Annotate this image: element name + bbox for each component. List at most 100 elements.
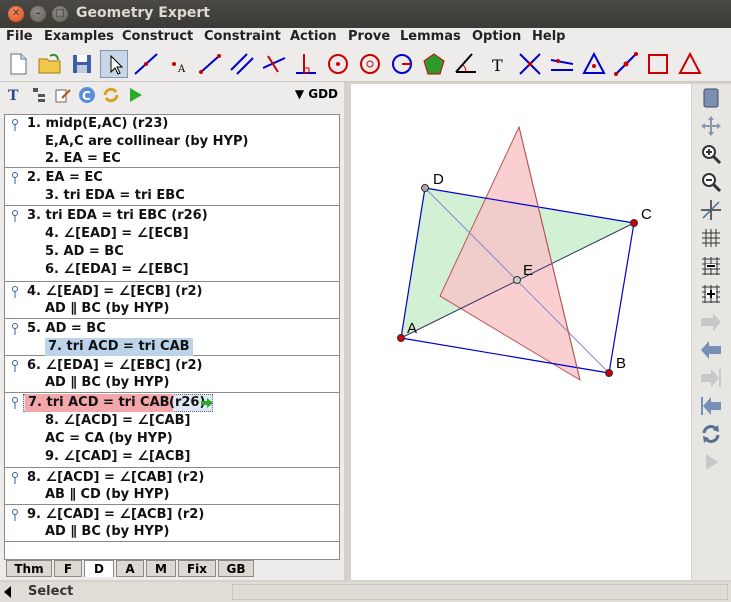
proof-step[interactable]: 4. ∠[EAD] = ∠[ECB] (r2) AD ∥ BC (by HYP) [5,282,339,319]
step-conclusion: 3. tri EDA = tri EBC (r26) [27,208,208,223]
geometry-drawing[interactable]: D C E A B [351,84,691,580]
tab-a[interactable]: A [116,560,144,577]
label-b: B [616,355,626,372]
proof-step[interactable]: 3. tri EDA = tri EBC (r26) 4. ∠[EAD] = ∠… [5,206,339,282]
point-b[interactable] [605,369,613,377]
text-tool-icon[interactable]: T [484,50,512,78]
drawing-canvas[interactable]: D C E A B [351,84,691,580]
step-premise: 4. ∠[EAD] = ∠[ECB] [45,226,189,241]
triangle-tool-icon[interactable] [580,50,608,78]
proof-step[interactable]: 2. EA = EC 3. tri EDA = tri EBC [5,168,339,206]
copyright-icon[interactable]: C [78,86,96,104]
pin-icon [12,397,18,409]
proof-step[interactable]: 8. ∠[ACD] = ∠[CAB] (r2) AB ∥ CD (by HYP) [5,468,339,505]
play-icon[interactable] [699,450,723,474]
foot-tool-icon[interactable] [292,50,320,78]
collapse-left-icon[interactable] [2,585,14,599]
open-folder-icon[interactable] [36,50,64,78]
polygon-fill-icon[interactable] [420,50,448,78]
prover-mode-label: GDD [308,87,338,101]
prover-mode-select[interactable]: ▼ GDD [295,87,338,101]
proof-step-selected[interactable]: 7. tri ACD = tri CAB (r26) 8. ∠[ACD] = ∠… [5,393,339,468]
zoom-in-icon[interactable] [699,142,723,166]
menu-option[interactable]: Option [472,29,521,44]
segment-tool-icon[interactable] [196,50,224,78]
circle-three-point-icon[interactable] [356,50,384,78]
line-tool-icon[interactable] [132,50,160,78]
tab-f[interactable]: F [54,560,82,577]
menu-prove[interactable]: Prove [348,29,390,44]
grid-minus-icon[interactable] [699,254,723,278]
proof-tree[interactable]: 1. midp(E,AC) (r23) E,A,C are collinear … [4,114,340,560]
point-a[interactable] [397,334,405,342]
main-toolbar: A T [0,48,731,82]
pin-icon [12,472,18,484]
intersection-tool-icon[interactable] [516,50,544,78]
midpoint-tool-icon[interactable] [612,50,640,78]
move-icon[interactable] [699,114,723,138]
point-c[interactable] [630,219,638,227]
refresh-icon[interactable] [699,422,723,446]
label-d: D [433,171,444,188]
save-icon[interactable] [68,50,96,78]
tab-gb[interactable]: GB [218,560,254,577]
menu-action[interactable]: Action [290,29,337,44]
step-premise-highlighted[interactable]: 7. tri ACD = tri CAB [45,338,193,356]
tab-fix[interactable]: Fix [178,560,216,577]
step-premise: AC = CA (by HYP) [45,431,173,446]
tab-thm[interactable]: Thm [6,560,52,577]
zoom-out-icon[interactable] [699,170,723,194]
point-d[interactable] [421,184,429,192]
proof-tabs: Thm F D A M Fix GB [4,560,340,578]
select-pointer-icon[interactable] [100,50,128,78]
proof-step[interactable]: 1. midp(E,AC) (r23) E,A,C are collinear … [5,115,339,168]
refresh-proof-icon[interactable] [102,86,120,104]
edit-proof-icon[interactable] [54,86,72,104]
text-format-icon[interactable]: T [6,86,24,104]
label-a: A [407,320,417,337]
menu-examples[interactable]: Examples [44,29,114,44]
step-conclusion: 1. midp(E,AC) (r23) [27,116,169,131]
menu-constraint[interactable]: Constraint [204,29,281,44]
menu-help[interactable]: Help [532,29,565,44]
expand-arrow-icon[interactable] [201,398,213,408]
svg-text:T: T [492,56,503,75]
scroll-panel-icon[interactable] [699,86,723,110]
maximize-window-button[interactable]: □ [52,6,68,22]
proof-panel: T C ▼ GDD 1. midp(E,AC) (r23) E,A,C are … [0,82,344,580]
minimize-window-button[interactable]: – [30,6,46,22]
point-tool-icon[interactable]: A [164,50,192,78]
tab-d[interactable]: D [84,560,114,577]
equilateral-tool-icon[interactable] [676,50,704,78]
proof-step[interactable]: 9. ∠[CAD] = ∠[ACB] (r2) AD ∥ BC (by HYP) [5,505,339,542]
tree-view-icon[interactable] [30,86,48,104]
back-arrow-icon[interactable] [699,338,723,362]
parallel-tool-icon[interactable] [228,50,256,78]
forward-end-icon[interactable] [699,366,723,390]
step-conclusion: 6. ∠[EDA] = ∠[EBC] (r2) [27,358,203,373]
circle-radius-icon[interactable] [388,50,416,78]
new-file-icon[interactable] [4,50,32,78]
grid-icon[interactable] [699,226,723,250]
status-text: Select [28,584,74,599]
angle-tool-icon[interactable] [452,50,480,78]
square-tool-icon[interactable] [644,50,672,78]
circle-tool-icon[interactable] [324,50,352,78]
perpendicular-tool-icon[interactable] [260,50,288,78]
proof-step[interactable]: 6. ∠[EDA] = ∠[EBC] (r2) AD ∥ BC (by HYP) [5,356,339,393]
ratio-tool-icon[interactable] [548,50,576,78]
step-conclusion-highlighted[interactable]: 7. tri ACD = tri CAB [25,394,173,412]
run-proof-icon[interactable] [126,86,144,104]
grid-plus-icon[interactable] [699,282,723,306]
menu-construct[interactable]: Construct [122,29,193,44]
close-window-button[interactable]: ✕ [8,6,24,22]
back-start-icon[interactable] [699,394,723,418]
tab-m[interactable]: M [146,560,176,577]
point-e[interactable] [513,276,521,284]
proof-step[interactable]: 5. AD = BC 7. tri ACD = tri CAB [5,319,339,356]
forward-arrow-icon[interactable] [699,310,723,334]
step-premise: 8. ∠[ACD] = ∠[CAB] [45,413,191,428]
menu-lemmas[interactable]: Lemmas [400,29,461,44]
menu-file[interactable]: File [6,29,33,44]
axis-icon[interactable] [699,198,723,222]
